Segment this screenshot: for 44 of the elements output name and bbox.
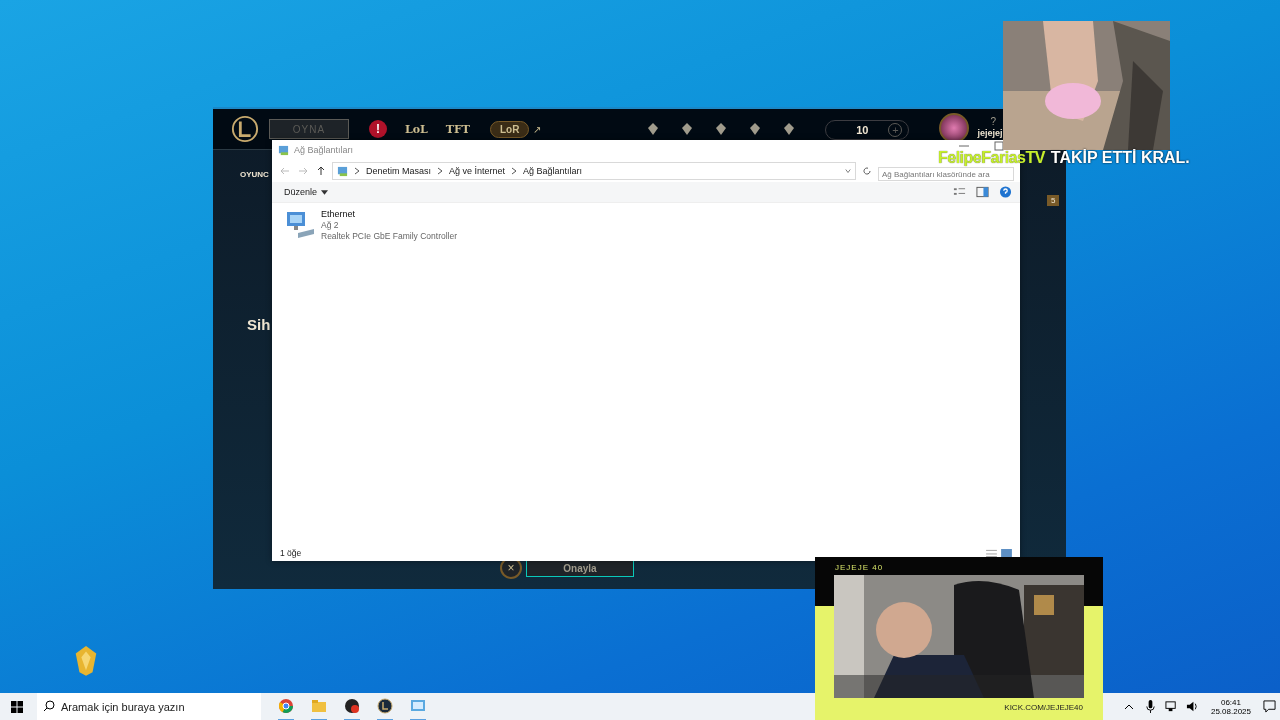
currency-amount: 10 bbox=[856, 124, 869, 136]
search-icon[interactable] bbox=[37, 693, 61, 720]
maximize-icon[interactable] bbox=[994, 141, 1004, 151]
refresh-icon[interactable] bbox=[862, 166, 872, 176]
network-icon bbox=[278, 144, 289, 156]
address-bar[interactable]: Denetim Masası Ağ ve İnternet Ağ Bağlantıları bbox=[332, 162, 856, 180]
game-mode-pill[interactable]: LoR bbox=[490, 120, 530, 138]
help-button[interactable]: ? bbox=[990, 115, 996, 127]
help-icon[interactable] bbox=[999, 186, 1012, 198]
network-icon[interactable] bbox=[1164, 700, 1178, 713]
device-name: Realtek PCIe GbE Family Controller bbox=[321, 231, 458, 241]
alert-badge[interactable]: ! bbox=[369, 120, 387, 138]
nav-link[interactable]: TFT bbox=[445, 122, 470, 136]
tab[interactable]: OYUNC bbox=[240, 170, 269, 179]
count-badge: 5 bbox=[1047, 195, 1060, 206]
microphone-icon[interactable] bbox=[1143, 700, 1157, 713]
adapter-name: Ethernet bbox=[321, 209, 357, 219]
username: jejejej bbox=[977, 128, 1003, 138]
clock-date[interactable]: 25.08.2025 bbox=[1210, 706, 1251, 716]
search-field[interactable]: Ağ Bağlantıları klasöründe ara bbox=[878, 167, 1014, 181]
channel-url: KICK.COM/JEJEJE40 bbox=[1004, 703, 1083, 712]
preview-pane-icon[interactable] bbox=[976, 186, 989, 198]
notification-icon[interactable] bbox=[1263, 700, 1276, 713]
tiles-view-icon[interactable] bbox=[1001, 548, 1012, 558]
organize-menu[interactable]: Düzenle bbox=[284, 187, 318, 197]
nav-link[interactable]: LoL bbox=[405, 122, 428, 136]
computer-icon bbox=[284, 209, 316, 241]
details-view-icon[interactable] bbox=[986, 548, 997, 558]
speaker-icon[interactable] bbox=[1185, 700, 1199, 713]
start-button[interactable] bbox=[11, 700, 23, 713]
search-field[interactable]: Aramak için buraya yazın bbox=[61, 693, 261, 720]
network-adapter-item[interactable]: Ethernet Ağ 2 Realtek PCIe GbE Family Controller bbox=[284, 209, 464, 241]
view-options-icon[interactable] bbox=[953, 186, 966, 198]
up-arrow-icon[interactable] bbox=[316, 166, 326, 176]
caret-icon[interactable] bbox=[321, 189, 329, 195]
clock-time[interactable]: 06:41 bbox=[1220, 697, 1241, 707]
external-link-icon[interactable]: ↗ bbox=[533, 123, 542, 135]
heading: Sih bbox=[247, 316, 271, 333]
logo-icon bbox=[231, 115, 259, 143]
item-count: 1 öğe bbox=[280, 548, 302, 558]
channel-name: JEJEJE 40 bbox=[835, 563, 885, 572]
window-title: Ağ Bağlantıları bbox=[294, 145, 354, 155]
network-name: Ağ 2 bbox=[321, 220, 340, 230]
avatar[interactable] bbox=[939, 113, 970, 143]
